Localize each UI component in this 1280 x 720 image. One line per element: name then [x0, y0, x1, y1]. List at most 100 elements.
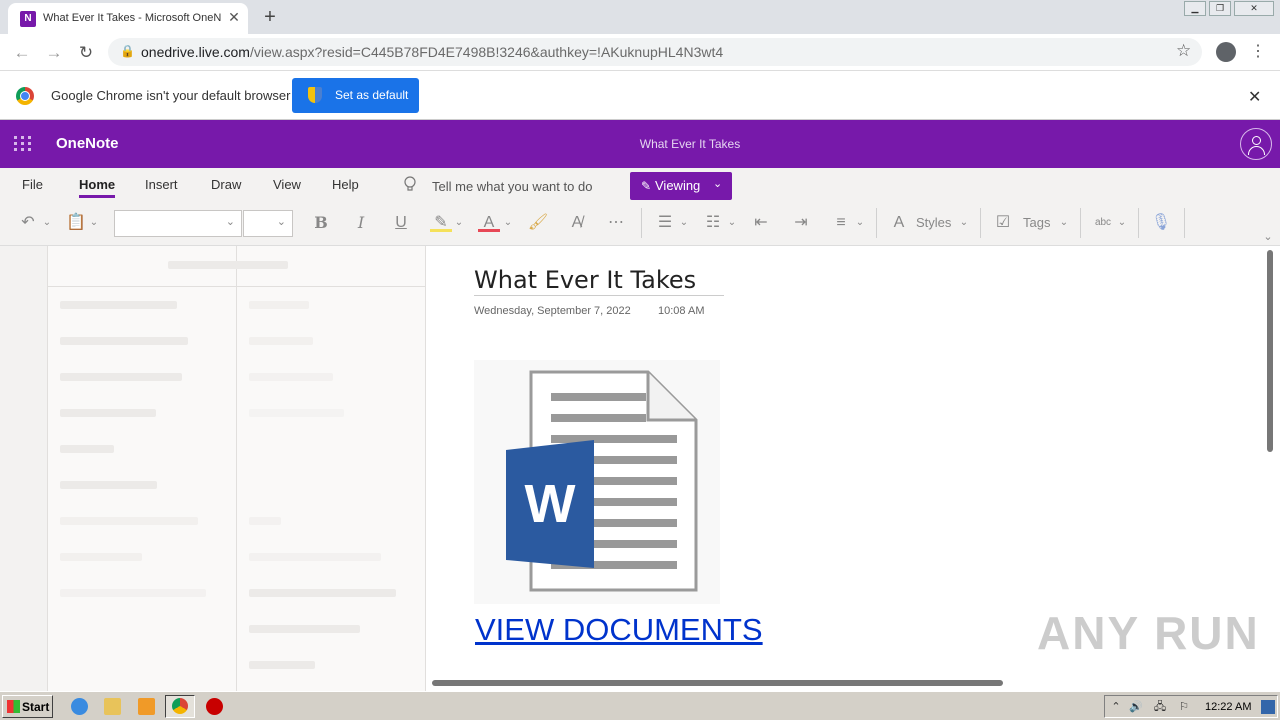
page-placeholder	[249, 409, 344, 417]
viewing-mode-button[interactable]: ✎ Viewing ⌄	[630, 172, 732, 200]
tab-view[interactable]: View	[273, 177, 301, 192]
start-label: Start	[22, 700, 50, 714]
clipboard-dropdown-icon[interactable]: ⌄	[87, 212, 101, 234]
browser-menu-icon[interactable]: ⋮	[1250, 41, 1266, 63]
bullets-icon[interactable]: ☰	[654, 212, 676, 234]
section-placeholder	[60, 517, 198, 525]
highlight-icon[interactable]: ✎	[430, 212, 452, 232]
underline-icon[interactable]: U	[390, 212, 412, 234]
address-bar[interactable]: 🔒 onedrive.live.com/view.aspx?resid=C445…	[108, 38, 1202, 66]
viewing-label: Viewing	[655, 178, 701, 193]
forward-icon[interactable]: →	[43, 42, 65, 64]
minimize-button[interactable]: ▁	[1184, 1, 1206, 16]
undo-icon[interactable]: ↶	[16, 212, 40, 234]
italic-icon[interactable]: I	[350, 212, 372, 234]
more-options-icon[interactable]: ⋯	[605, 212, 627, 234]
numbering-icon[interactable]: ☷	[702, 212, 724, 234]
vertical-scrollbar[interactable]	[1267, 250, 1273, 452]
separator	[1138, 208, 1139, 238]
increase-indent-icon[interactable]: ⇥	[790, 212, 812, 234]
start-button[interactable]: Start	[2, 695, 53, 718]
clipboard-icon[interactable]: 📋	[66, 212, 86, 234]
tell-me-search[interactable]: Tell me what you want to do	[432, 179, 592, 194]
tags-checkbox-icon[interactable]: ☑	[992, 212, 1014, 234]
tab-draw[interactable]: Draw	[211, 177, 241, 192]
bold-icon[interactable]: B	[310, 212, 332, 234]
font-size-select[interactable]: ⌄	[243, 210, 293, 237]
pages-pane	[237, 246, 426, 691]
tab-file[interactable]: File	[22, 177, 43, 192]
tab-close-icon[interactable]: ✕	[225, 8, 243, 26]
internet-explorer-icon[interactable]	[71, 698, 88, 715]
lock-icon: 🔒	[120, 44, 135, 58]
tags-dropdown-icon[interactable]: ⌄	[1058, 212, 1070, 234]
ribbon: File Home Insert Draw View Help Tell me …	[0, 168, 1280, 246]
align-dropdown-icon[interactable]: ⌄	[854, 212, 866, 234]
page-placeholder	[249, 553, 381, 561]
section-placeholder	[60, 373, 182, 381]
taskbar-chrome-button[interactable]	[165, 695, 195, 718]
dictate-microphone-icon[interactable]: 🎙	[1150, 212, 1172, 234]
volume-icon[interactable]: 🔊	[1129, 700, 1143, 714]
account-avatar-icon[interactable]	[1240, 128, 1272, 160]
separator	[1080, 208, 1081, 238]
profile-icon[interactable]	[1216, 42, 1236, 62]
align-icon[interactable]: ≡	[830, 212, 852, 234]
browser-tab-strip: N What Ever It Takes - Microsoft OneN ✕ …	[0, 0, 1280, 34]
bullets-dropdown-icon[interactable]: ⌄	[678, 212, 690, 234]
styles-icon[interactable]: A	[888, 212, 910, 234]
file-explorer-icon[interactable]	[104, 698, 121, 715]
media-player-icon[interactable]	[138, 698, 155, 715]
taskbar-clock[interactable]: 12:22 AM	[1205, 701, 1251, 713]
ribbon-expand-icon[interactable]: ⌄	[1260, 226, 1276, 248]
reload-icon[interactable]: ↻	[75, 42, 97, 64]
browser-tab[interactable]: N What Ever It Takes - Microsoft OneN ✕	[8, 3, 248, 34]
tray-expand-icon[interactable]: ⌃	[1109, 700, 1123, 714]
font-family-select[interactable]: ⌄	[114, 210, 242, 237]
window-close-button[interactable]: ✕	[1234, 1, 1274, 16]
restore-button[interactable]: ❐	[1209, 1, 1231, 16]
separator	[980, 208, 981, 238]
spelling-dropdown-icon[interactable]: ⌄	[1116, 212, 1128, 234]
spelling-icon[interactable]: abc	[1092, 212, 1114, 234]
infobar-close-icon[interactable]: ✕	[1248, 87, 1261, 107]
show-desktop-icon[interactable]	[1261, 700, 1275, 714]
onenote-app-bar: OneNote What Ever It Takes	[0, 120, 1280, 168]
page-title[interactable]: What Ever It Takes	[474, 266, 696, 294]
word-document-image[interactable]: W	[474, 360, 720, 604]
new-tab-button[interactable]: +	[258, 5, 282, 29]
decrease-indent-icon[interactable]: ⇤	[750, 212, 772, 234]
action-center-flag-icon[interactable]: ⚐	[1177, 700, 1191, 714]
format-painter-icon[interactable]: 🖌	[527, 212, 549, 234]
bookmark-star-icon[interactable]: ☆	[1176, 41, 1191, 61]
separator	[876, 208, 877, 238]
app-name[interactable]: OneNote	[56, 135, 119, 152]
back-icon[interactable]: ←	[11, 42, 33, 64]
anyrun-watermark: ANY RUN	[1037, 607, 1260, 659]
styles-dropdown-icon[interactable]: ⌄	[958, 212, 970, 234]
numbering-dropdown-icon[interactable]: ⌄	[726, 212, 738, 234]
styles-label[interactable]: Styles	[916, 212, 956, 234]
panel-header	[48, 246, 426, 287]
stop-icon[interactable]	[206, 698, 223, 715]
url-text[interactable]: onedrive.live.com/view.aspx?resid=C445B7…	[141, 44, 723, 60]
section-placeholder	[60, 301, 177, 309]
horizontal-scrollbar[interactable]	[432, 680, 1003, 686]
tab-help[interactable]: Help	[332, 177, 359, 192]
highlight-dropdown-icon[interactable]: ⌄	[453, 212, 465, 234]
font-color-icon[interactable]: A	[478, 212, 500, 232]
font-color-dropdown-icon[interactable]: ⌄	[502, 212, 514, 234]
tags-label[interactable]: Tags	[1023, 212, 1057, 234]
section-placeholder	[60, 445, 114, 453]
view-documents-link[interactable]: VIEW DOCUMENTS	[475, 612, 763, 648]
tab-insert[interactable]: Insert	[145, 177, 178, 192]
page-canvas[interactable]: What Ever It Takes Wednesday, September …	[427, 246, 1280, 691]
tab-home[interactable]: Home	[79, 177, 116, 198]
separator	[641, 208, 642, 238]
undo-dropdown-icon[interactable]: ⌄	[40, 212, 54, 234]
clear-formatting-icon[interactable]: A̸	[566, 212, 588, 234]
network-icon[interactable]: 🖧	[1153, 700, 1167, 714]
app-launcher-icon[interactable]	[14, 136, 32, 152]
set-as-default-button[interactable]: Set as default	[292, 78, 419, 113]
document-title[interactable]: What Ever It Takes	[540, 137, 840, 151]
